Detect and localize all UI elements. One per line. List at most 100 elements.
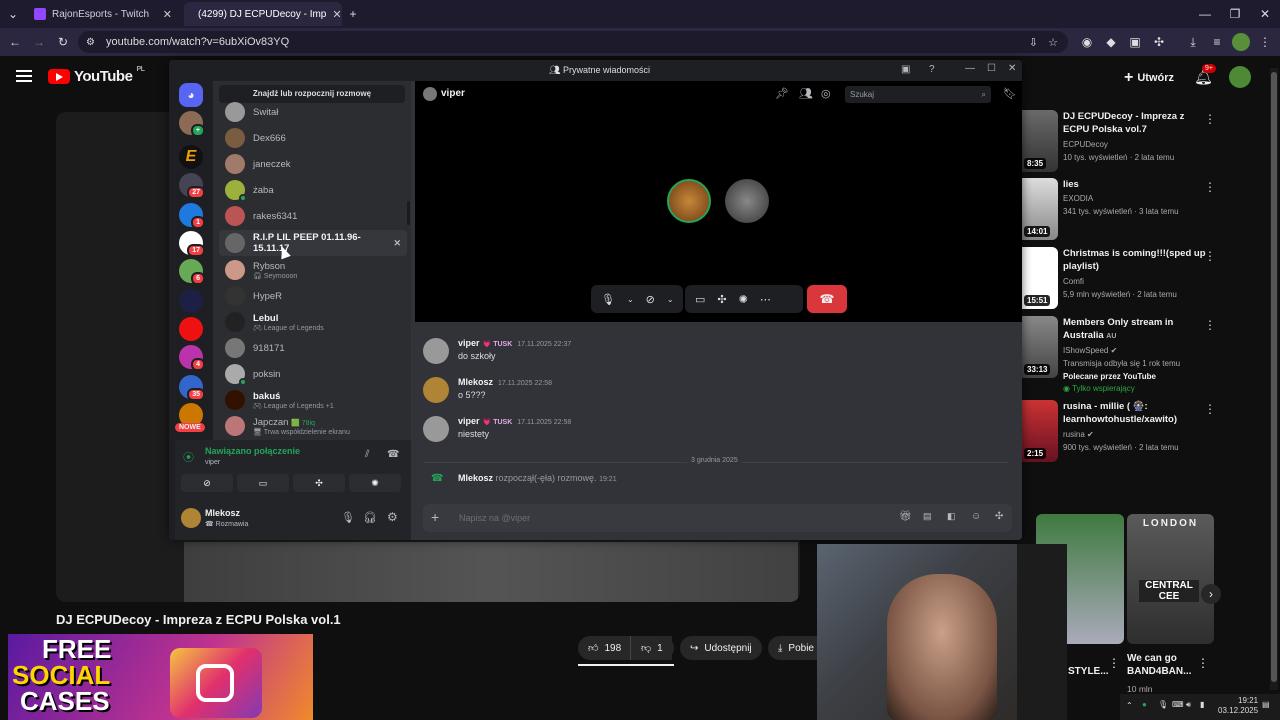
author-avatar[interactable] — [423, 416, 449, 442]
close-dm-icon[interactable]: ✕ — [393, 238, 401, 249]
dm-item[interactable]: Rybson 🎧︎ Seymooon — [219, 257, 407, 283]
screen-share-icon[interactable]: ▭ — [695, 293, 705, 306]
search-input[interactable]: Szukaj ⌕ — [845, 86, 991, 103]
share-button[interactable]: ↪ Udostępnij — [680, 636, 762, 660]
server-icon[interactable]: 1 — [179, 203, 205, 229]
more-options-icon[interactable]: ⋮ — [1204, 112, 1216, 126]
camera-off-icon[interactable]: ⊘ — [646, 293, 655, 306]
extensions-puzzle-icon[interactable]: ✣ — [1150, 33, 1168, 51]
settings-gear-icon[interactable]: ⚙ — [387, 510, 398, 524]
server-icon[interactable]: 27 — [179, 173, 205, 199]
author-name[interactable]: viper — [458, 416, 480, 426]
tab-youtube[interactable]: (4299) DJ ECPUDecoy - Imp ✕ — [184, 2, 342, 26]
soundboard-button[interactable]: ✺ — [349, 474, 401, 492]
dm-list-scrollbar[interactable] — [407, 201, 410, 225]
microphone-icon[interactable]: 🎙︎ — [341, 511, 355, 524]
recommendation-item[interactable]: 8:35 DJ ECPUDecoy - Impreza z ECPU Polsk… — [1022, 110, 1278, 174]
more-options-icon[interactable]: ⋮ — [1197, 656, 1209, 670]
participant-avatar-speaking[interactable] — [667, 179, 711, 223]
sticker-icon[interactable]: ◧ — [947, 511, 956, 522]
disconnect-icon[interactable]: ☎ — [387, 449, 399, 460]
new-tab-icon[interactable]: + — [344, 5, 362, 23]
extension-icon[interactable]: ◆ — [1102, 33, 1120, 51]
battery-icon[interactable]: ▮ — [1200, 700, 1204, 709]
network-icon[interactable]: ⌨ — [1172, 700, 1184, 709]
more-options-icon[interactable]: ⋮ — [1108, 656, 1120, 670]
dm-item[interactable]: Japczan 🟩 78iq 🖥︎ Trwa współdzielenie ekr… — [219, 413, 407, 439]
profile-avatar[interactable] — [1232, 33, 1250, 51]
notifications-bell-icon[interactable]: 🔔︎ 9+ — [1194, 64, 1216, 86]
tab-search-icon[interactable]: ⌄ — [4, 5, 22, 23]
server-icon[interactable] — [179, 289, 203, 313]
dm-item[interactable]: Dex666 — [219, 125, 407, 151]
dislike-button[interactable]: 👎︎ 1 — [630, 636, 674, 660]
call-event-author[interactable]: Mlekosz — [458, 473, 493, 483]
scrollbar-thumb[interactable] — [1271, 72, 1277, 682]
dm-item[interactable]: bakuś 🎮︎ League of Legends +1 — [219, 387, 407, 413]
microphone-icon[interactable]: 🎙︎ — [1158, 700, 1168, 709]
close-window-icon[interactable]: ✕ — [1256, 5, 1274, 23]
add-friends-icon[interactable]: 👥︎ — [799, 87, 813, 100]
extension-icon[interactable]: ▣ — [1126, 33, 1144, 51]
inbox-bookmark-icon[interactable]: 🔖︎ — [1003, 87, 1017, 100]
minimize-icon[interactable]: — — [1196, 5, 1214, 23]
chevron-down-icon[interactable]: ⌄ — [627, 295, 634, 304]
tab-twitch[interactable]: RajonEsports - Twitch ✕ — [26, 2, 180, 26]
maximize-icon[interactable]: ☐ — [987, 63, 996, 74]
maximize-icon[interactable]: ❐ — [1226, 5, 1244, 23]
activities-icon[interactable]: ✣ — [717, 293, 726, 306]
server-icon[interactable] — [179, 317, 203, 341]
dm-item[interactable]: Lebul 🎮︎ League of Legends — [219, 309, 407, 335]
more-options-icon[interactable]: ⋮ — [1204, 318, 1216, 332]
forward-icon[interactable]: → — [30, 33, 48, 51]
server-icon[interactable]: + — [179, 111, 205, 137]
short-title[interactable]: STYLE... — [1068, 666, 1109, 677]
gif-icon[interactable]: ▤ — [923, 511, 932, 522]
author-avatar[interactable] — [423, 377, 449, 403]
message-composer[interactable]: + Napisz na @viper 🎁︎ ▤ ◧ ☺ ✣ — [423, 504, 1012, 532]
soundboard-icon[interactable]: ✺ — [739, 293, 748, 306]
more-icon[interactable]: ⋯ — [760, 293, 771, 306]
server-icon[interactable]: 6 — [179, 259, 205, 285]
install-icon[interactable]: ⇩ — [1029, 36, 1038, 49]
downloads-icon[interactable]: ⤓ — [1184, 33, 1202, 51]
short-title[interactable]: We can go BAND4BAN... — [1127, 652, 1197, 678]
dm-item[interactable]: żaba — [219, 177, 407, 203]
dm-item[interactable]: HypeR — [219, 283, 407, 309]
dm-item[interactable]: janeczek — [219, 151, 407, 177]
chevron-down-icon[interactable]: ⌄ — [667, 295, 674, 304]
reading-list-icon[interactable]: ≡ — [1208, 33, 1226, 51]
back-icon[interactable]: ← — [6, 33, 24, 51]
apps-icon[interactable]: ✣ — [995, 511, 1003, 522]
camera-toggle-button[interactable]: ⊘ — [181, 474, 233, 492]
new-messages-pill[interactable]: NOWE — [175, 423, 205, 432]
reload-icon[interactable]: ↻ — [54, 33, 72, 51]
notifications-icon[interactable]: ▤ — [1262, 700, 1270, 709]
youtube-logo[interactable]: YouTube PL — [48, 66, 145, 85]
recommendation-item[interactable]: 15:51 Christmas is coming!!!(sped up pla… — [1022, 247, 1278, 311]
server-icon[interactable]: 17 — [179, 231, 205, 257]
more-options-icon[interactable]: ⋮ — [1204, 249, 1216, 263]
help-icon[interactable]: ? — [929, 64, 935, 75]
emoji-icon[interactable]: ☺ — [971, 511, 981, 522]
user-avatar[interactable] — [181, 508, 201, 528]
attach-plus-icon[interactable]: + — [431, 509, 439, 525]
close-icon[interactable]: ✕ — [332, 8, 341, 21]
headphones-icon[interactable]: 🎧︎ — [363, 511, 377, 524]
recommendation-item[interactable]: 33:13 Members Only stream in Australia A… — [1022, 316, 1278, 396]
recommendation-item[interactable]: 14:01 lies EXODIA 341 tys. wyświetleń · … — [1022, 178, 1278, 242]
user-name[interactable]: Mlekosz — [205, 508, 240, 518]
create-button[interactable]: + Utwórz — [1124, 68, 1174, 88]
pinned-messages-icon[interactable]: 📌︎ — [775, 87, 789, 100]
dm-item[interactable]: poksin — [219, 361, 407, 387]
discord-home-icon[interactable]: ◕ — [179, 83, 203, 107]
connection-signal-icon[interactable]: ⦿ — [183, 449, 194, 465]
dm-item[interactable]: 918171 — [219, 335, 407, 361]
hang-up-button[interactable]: ☎ — [807, 285, 847, 313]
close-icon[interactable]: ✕ — [1008, 63, 1016, 74]
author-name[interactable]: Mlekosz — [458, 377, 493, 387]
bookmark-star-icon[interactable]: ☆ — [1048, 36, 1058, 49]
hamburger-menu-icon[interactable] — [16, 70, 32, 82]
gift-icon[interactable]: 🎁︎ — [899, 511, 912, 522]
author-avatar[interactable] — [423, 338, 449, 364]
